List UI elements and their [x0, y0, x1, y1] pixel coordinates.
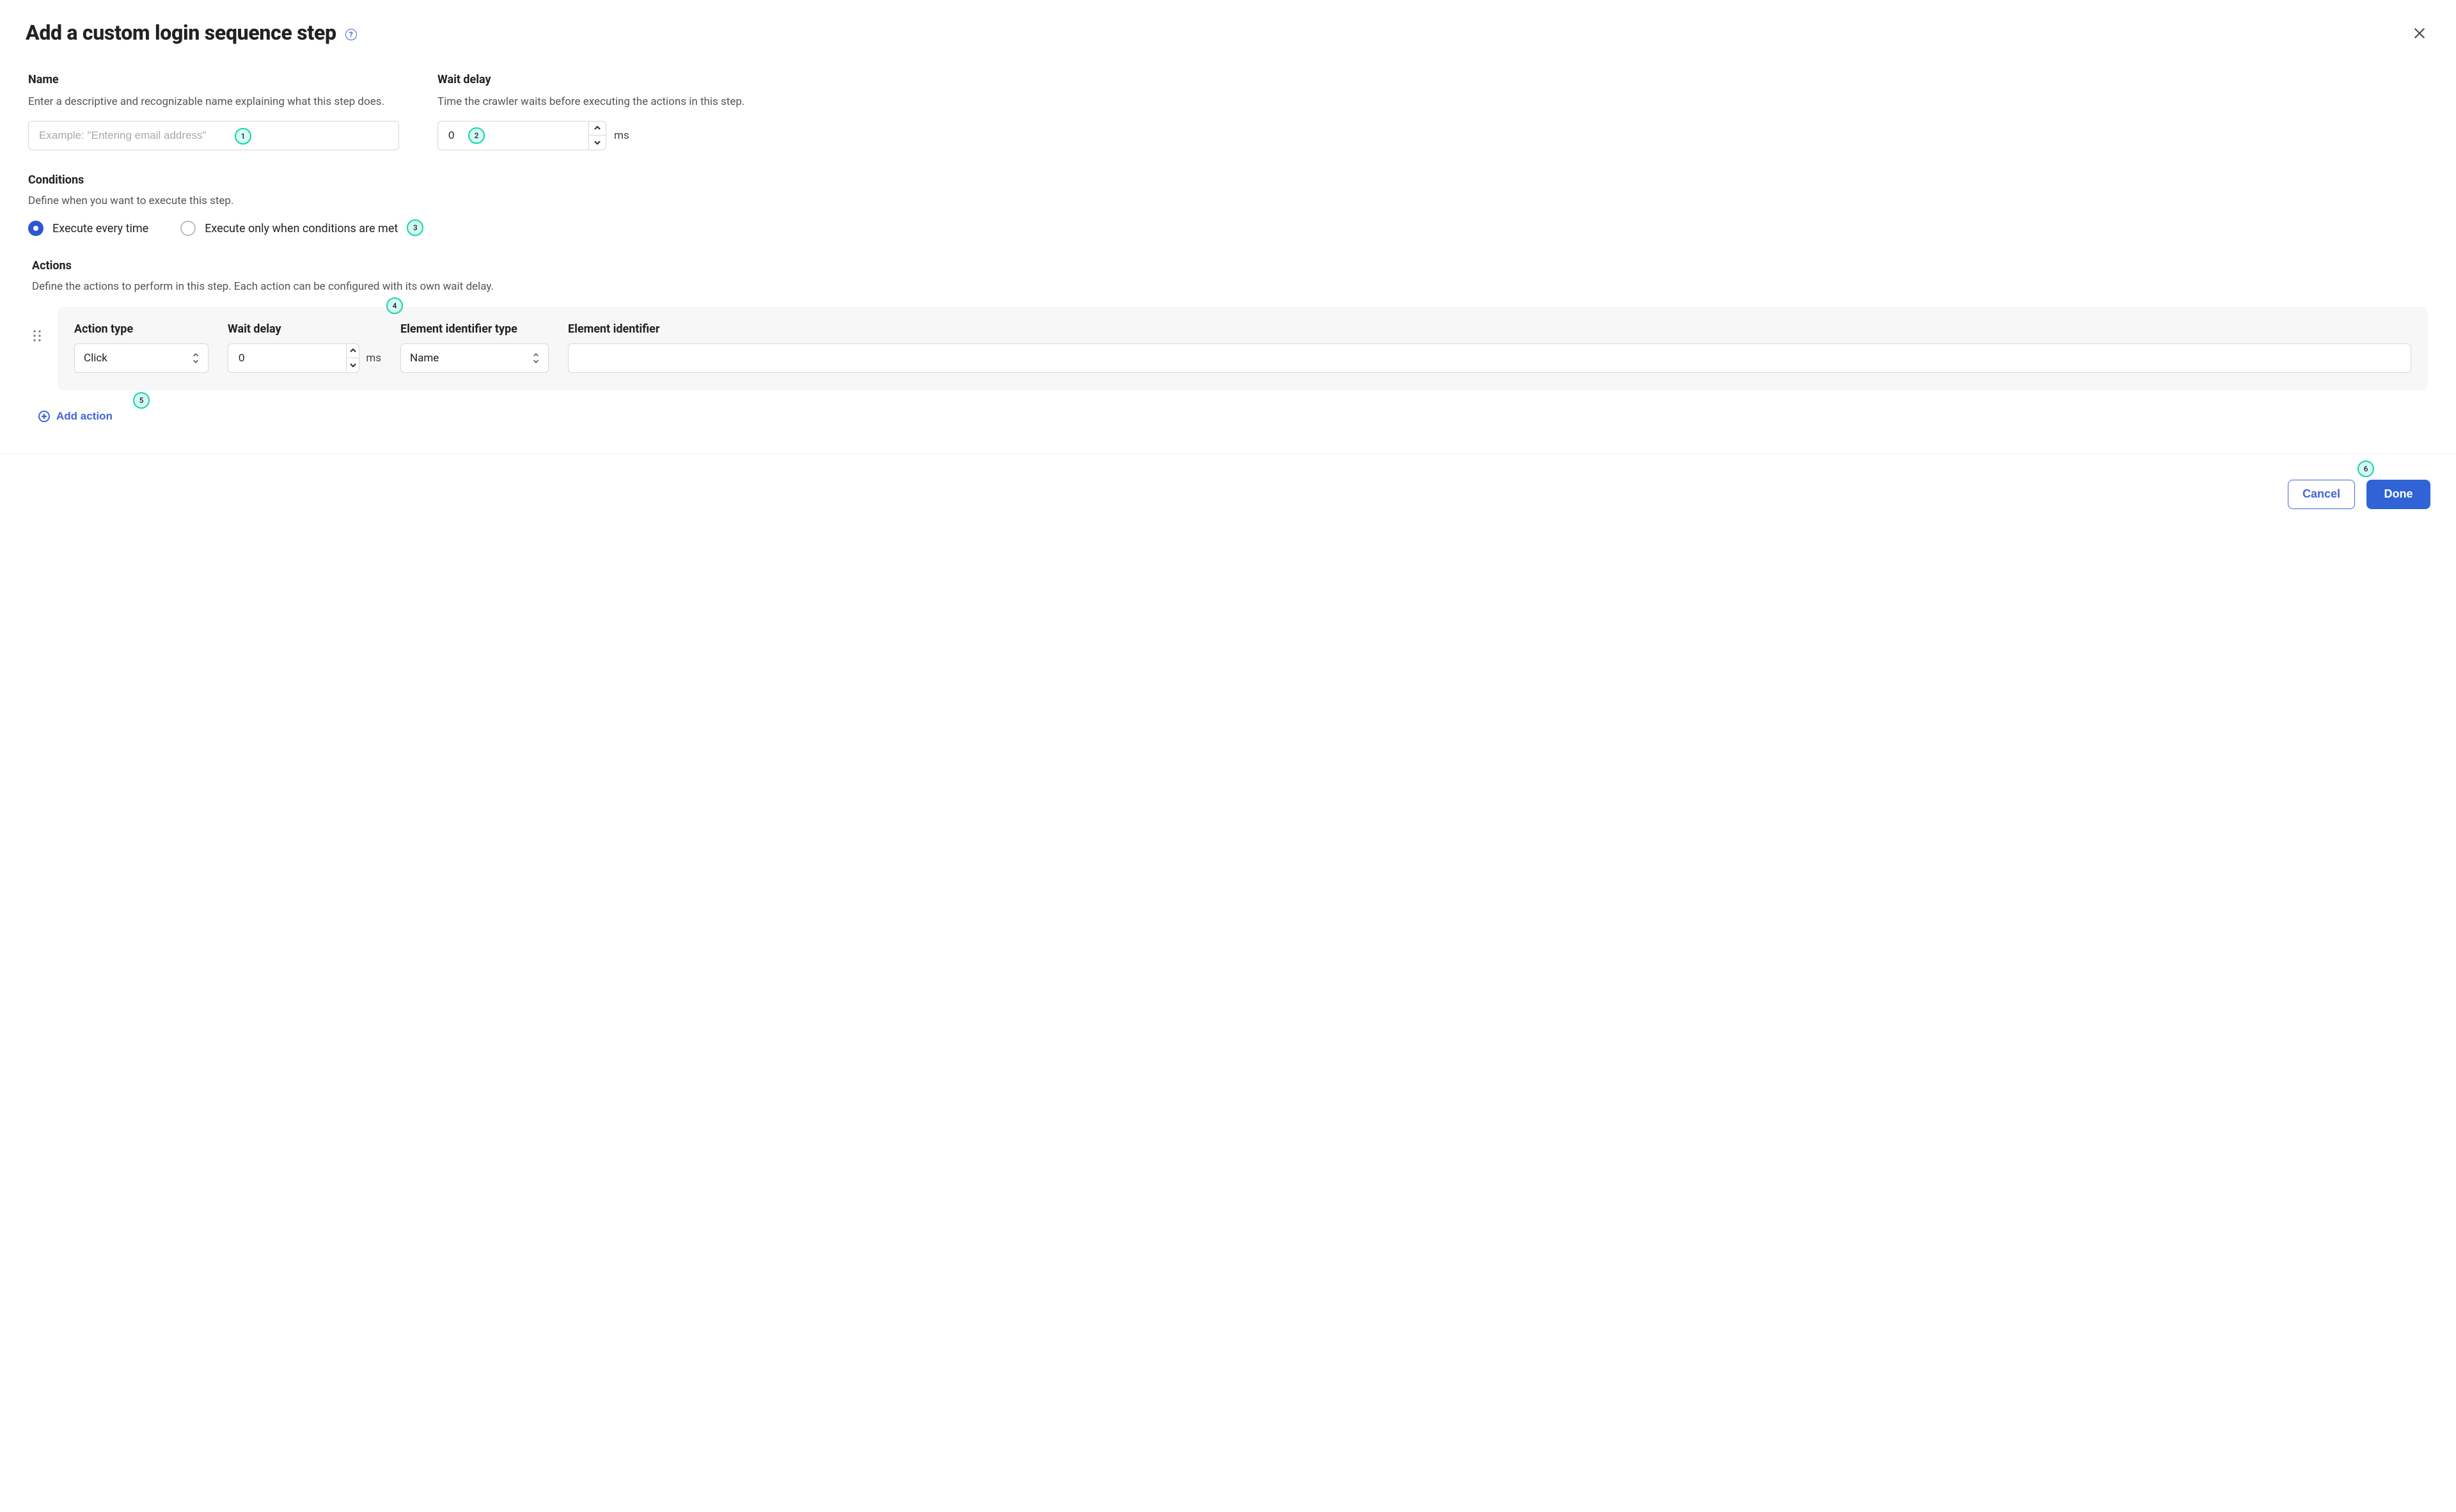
wait-delay-input[interactable] — [447, 129, 579, 143]
hint-badge-3: 3 — [407, 219, 423, 236]
action-wait-unit: ms — [366, 352, 381, 365]
name-input[interactable] — [38, 129, 390, 143]
chevron-down-icon — [594, 139, 601, 146]
element-id-type-select[interactable]: Name — [400, 343, 549, 373]
action-type-value: Click — [84, 352, 107, 365]
wait-delay-unit: ms — [614, 129, 629, 142]
cancel-button[interactable]: Cancel — [2288, 480, 2355, 509]
plus-circle-icon — [38, 411, 50, 422]
close-icon — [2413, 26, 2427, 40]
element-id-input[interactable] — [578, 351, 2402, 365]
chevron-up-icon — [594, 124, 601, 132]
dialog-footer: 6 Cancel Done — [0, 453, 2456, 527]
help-icon[interactable]: ? — [345, 29, 357, 40]
radio-dot — [180, 221, 196, 236]
col-wait-delay: Wait delay — [228, 322, 381, 336]
element-id-type-value: Name — [410, 352, 439, 365]
close-button[interactable] — [2411, 26, 2428, 42]
conditions-hint: Define when you want to execute this ste… — [28, 193, 2428, 210]
radio-label-when: Execute only when conditions are met — [205, 222, 398, 235]
dialog-add-login-step: Add a custom login sequence step ? Name … — [0, 0, 2456, 527]
name-input-wrap: 1 — [28, 121, 399, 150]
drag-handle-icon — [32, 329, 42, 343]
radio-label-every: Execute every time — [52, 222, 148, 235]
wait-delay-increment[interactable] — [588, 121, 606, 136]
name-label: Name — [28, 73, 412, 86]
action-row-card: Action type Click Wait delay — [58, 307, 2428, 391]
conditions-label: Conditions — [28, 173, 2428, 187]
wait-delay-decrement[interactable] — [588, 136, 606, 150]
wait-delay-label: Wait delay — [437, 73, 2428, 86]
col-action-type: Action type — [74, 322, 209, 336]
action-wait-input[interactable] — [237, 351, 337, 365]
chevron-up-icon — [349, 347, 357, 354]
add-action-label: Add action — [56, 410, 113, 423]
done-button[interactable]: Done — [2366, 480, 2430, 509]
dialog-header: Add a custom login sequence step ? — [26, 20, 2430, 45]
hint-badge-4: 4 — [386, 297, 403, 314]
conditions-section: Conditions Define when you want to execu… — [28, 173, 2428, 237]
dialog-title: Add a custom login sequence step — [26, 20, 336, 45]
add-action-button[interactable]: Add action — [37, 407, 114, 425]
actions-label: Actions — [32, 259, 2428, 272]
radio-execute-every-time[interactable]: Execute every time — [28, 221, 148, 236]
radio-dot — [28, 221, 43, 236]
wait-delay-stepper — [437, 121, 606, 150]
action-type-select[interactable]: Click — [74, 343, 209, 373]
col-element-id-type: Element identifier type — [400, 322, 549, 336]
select-chevron-icon — [193, 352, 199, 364]
hint-badge-5: 5 — [133, 392, 150, 409]
radio-execute-when-conditions[interactable]: Execute only when conditions are met 3 — [180, 221, 398, 236]
action-wait-increment[interactable] — [346, 343, 359, 358]
chevron-down-icon — [349, 361, 357, 369]
hint-badge-6: 6 — [2358, 461, 2374, 477]
hint-badge-1: 1 — [235, 128, 251, 145]
actions-section: Actions Define the actions to perform in… — [32, 259, 2428, 425]
name-hint: Enter a descriptive and recognizable nam… — [28, 94, 412, 111]
wait-delay-hint: Time the crawler waits before executing … — [437, 94, 2428, 111]
actions-hint: Define the actions to perform in this st… — [32, 279, 2428, 295]
select-chevron-icon — [533, 352, 539, 364]
col-element-id: Element identifier — [568, 322, 2411, 336]
hint-badge-2: 2 — [468, 127, 485, 144]
action-wait-stepper — [228, 343, 359, 373]
drag-handle[interactable] — [32, 307, 42, 391]
action-wait-decrement[interactable] — [346, 358, 359, 373]
